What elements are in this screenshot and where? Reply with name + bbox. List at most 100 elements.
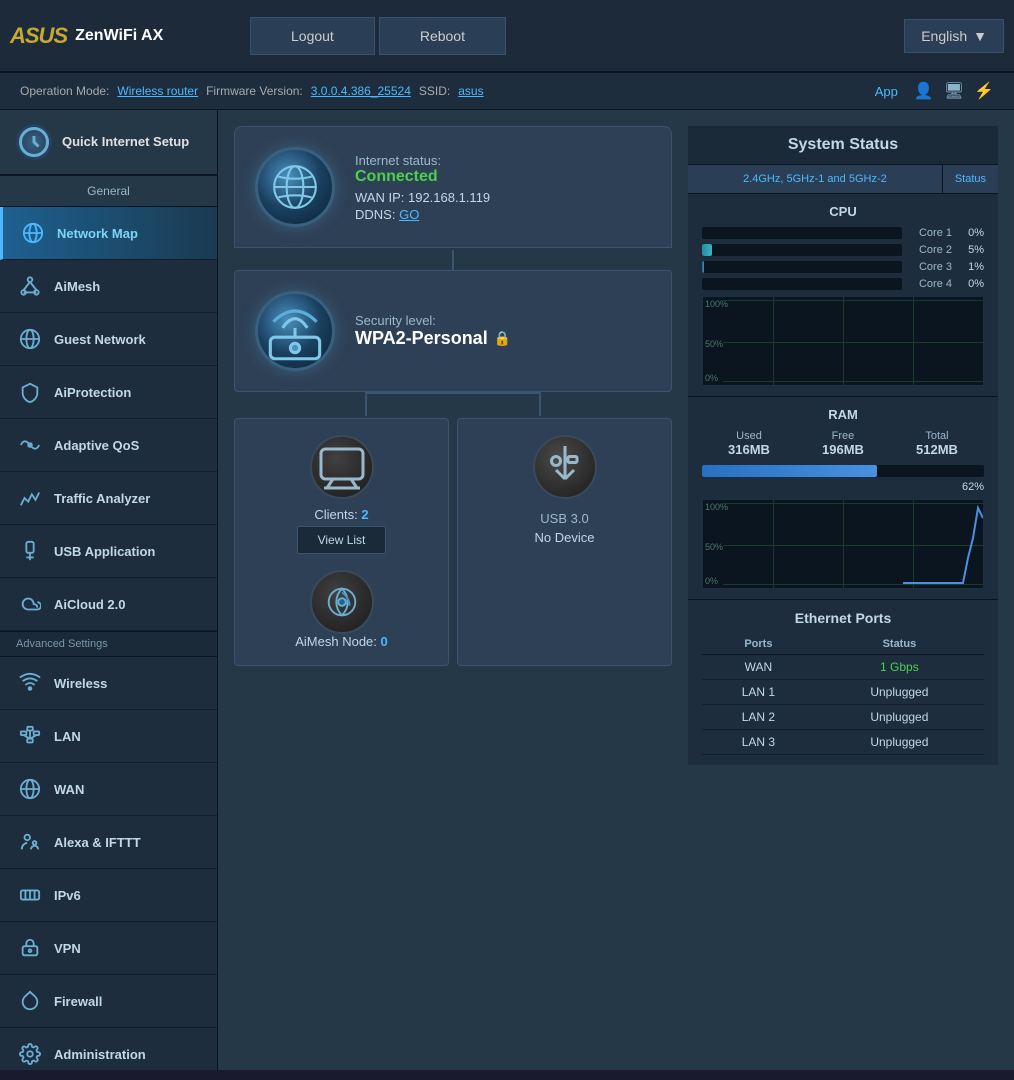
usb-icon[interactable]: ⚡ [974,81,994,101]
freq-tab-status[interactable]: Status [943,165,998,193]
administration-icon [16,1040,44,1068]
usb-panel: USB 3.0 No Device [457,418,672,666]
eth-status-cell: Unplugged [815,680,984,705]
aiprotection-icon [16,378,44,406]
asus-logo: ASUS [10,23,67,49]
chart-0-label: 0% [705,373,718,383]
eth-port-cell: LAN 3 [702,730,815,755]
eth-table-row: LAN 2Unplugged [702,705,984,730]
sidebar-item-label: Adaptive QoS [54,438,139,453]
system-status-panel: System Status 2.4GHz, 5GHz-1 and 5GHz-2 … [688,126,998,1054]
sidebar-item-label: Administration [54,1047,146,1062]
router-icon [255,291,335,371]
guest-network-icon [16,325,44,353]
freq-tabs: 2.4GHz, 5GHz-1 and 5GHz-2 Status [688,165,998,194]
freq-tab-main[interactable]: 2.4GHz, 5GHz-1 and 5GHz-2 [688,165,943,193]
core-4-bar-bg [702,278,902,290]
sidebar-item-wireless[interactable]: Wireless [0,657,217,710]
sidebar-item-aimesh[interactable]: AiMesh [0,260,217,313]
ram-total-value: 512MB [916,442,958,457]
sidebar-item-ipv6[interactable]: IPv6 [0,869,217,922]
cpu-section: CPU Core 1 0% Core 2 5% [688,194,998,397]
eth-port-cell: LAN 2 [702,705,815,730]
ram-section: RAM Used 316MB Free 196MB Total 512MB [688,397,998,600]
ethernet-section: Ethernet Ports Ports Status WAN1 GbpsLAN… [688,600,998,765]
cpu-title: CPU [702,204,984,219]
traffic-analyzer-icon [16,484,44,512]
aicloud-icon [16,590,44,618]
firmware-value[interactable]: 3.0.0.4.386_25524 [311,84,411,98]
security-label: Security level: [355,313,511,328]
mode-value[interactable]: Wireless router [117,84,198,98]
clients-icon [310,435,374,499]
sidebar-item-label: IPv6 [54,888,81,903]
user-icon[interactable]: 👤 [914,81,934,101]
internet-status-label: Internet status: [355,153,490,168]
eth-col-status: Status [815,634,984,655]
security-value: WPA2-Personal 🔒 [355,328,511,349]
globe-icon [255,147,335,227]
sidebar-item-label: LAN [54,729,81,744]
sidebar-item-quick-setup[interactable]: Quick Internet Setup [0,110,217,175]
grid-line-top [723,300,983,301]
ram-chart-0: 0% [705,576,718,586]
sidebar-item-label: Guest Network [54,332,146,347]
sidebar-item-aicloud[interactable]: AiCloud 2.0 [0,578,217,631]
firewall-icon [16,987,44,1015]
core-3-pct: 1% [960,261,984,273]
sidebar-item-firewall[interactable]: Firewall [0,975,217,1028]
router-panel: Security level: WPA2-Personal 🔒 [234,270,672,392]
device-row: Clients: 2 View List Ai [234,418,672,666]
ram-chart: 100% 50% 0% [702,499,984,589]
wan-ip: WAN IP: 192.168.1.119 [355,190,490,205]
sidebar-item-administration[interactable]: Administration [0,1028,217,1070]
sidebar: Quick Internet Setup General Network Map [0,110,218,1070]
sidebar-item-lan[interactable]: LAN [0,710,217,763]
app-button[interactable]: App [875,84,898,99]
sidebar-item-label: VPN [54,941,81,956]
chart-50-label: 50% [705,339,723,349]
ssid-value[interactable]: asus [458,84,483,98]
internet-info: Internet status: Connected WAN IP: 192.1… [355,153,490,222]
core-3-label: Core 3 [910,261,952,273]
core-row-4: Core 4 0% [702,278,984,290]
main-layout: Quick Internet Setup General Network Map [0,110,1014,1070]
sidebar-item-guest-network[interactable]: Guest Network [0,313,217,366]
core-3-bar-bg [702,261,902,273]
sidebar-item-usb-application[interactable]: USB Application [0,525,217,578]
reboot-button[interactable]: Reboot [379,17,506,55]
monitor-icon[interactable]: 🖥 [944,81,964,101]
language-select[interactable]: English ▼ [904,19,1004,53]
ddns-link[interactable]: GO [399,207,419,222]
logout-button[interactable]: Logout [250,17,375,55]
language-label: English [921,28,967,44]
topbar: ASUS ZenWiFi AX Logout Reboot English ▼ [0,0,1014,73]
eth-port-cell: LAN 1 [702,680,815,705]
sidebar-item-label: AiProtection [54,385,131,400]
aimesh-label: AiMesh Node: 0 [295,634,388,649]
ram-free-value: 196MB [822,442,864,457]
core-row-3: Core 3 1% [702,261,984,273]
topbar-right: English ▼ [904,19,1004,53]
sidebar-item-traffic-analyzer[interactable]: Traffic Analyzer [0,472,217,525]
ram-used-value: 316MB [728,442,770,457]
sidebar-item-wan[interactable]: WAN [0,763,217,816]
ram-chart-50: 50% [705,542,723,552]
view-list-button[interactable]: View List [297,526,387,554]
sidebar-item-aiprotection[interactable]: AiProtection [0,366,217,419]
sidebar-item-adaptive-qos[interactable]: Adaptive QoS [0,419,217,472]
network-map-icon [19,219,47,247]
sidebar-item-network-map[interactable]: Network Map [0,207,217,260]
usb-status: No Device [535,530,595,545]
quick-setup-label: Quick Internet Setup [62,134,189,151]
sidebar-item-vpn[interactable]: VPN [0,922,217,975]
sidebar-item-label: USB Application [54,544,155,559]
conn-line-1 [452,250,454,270]
core-2-label: Core 2 [910,244,952,256]
core-1-label: Core 1 [910,227,952,239]
core-2-pct: 5% [960,244,984,256]
eth-col-ports: Ports [702,634,815,655]
general-header: General [0,175,217,207]
sidebar-item-alexa-ifttt[interactable]: Alexa & IFTTT [0,816,217,869]
chevron-down-icon: ▼ [973,28,987,44]
